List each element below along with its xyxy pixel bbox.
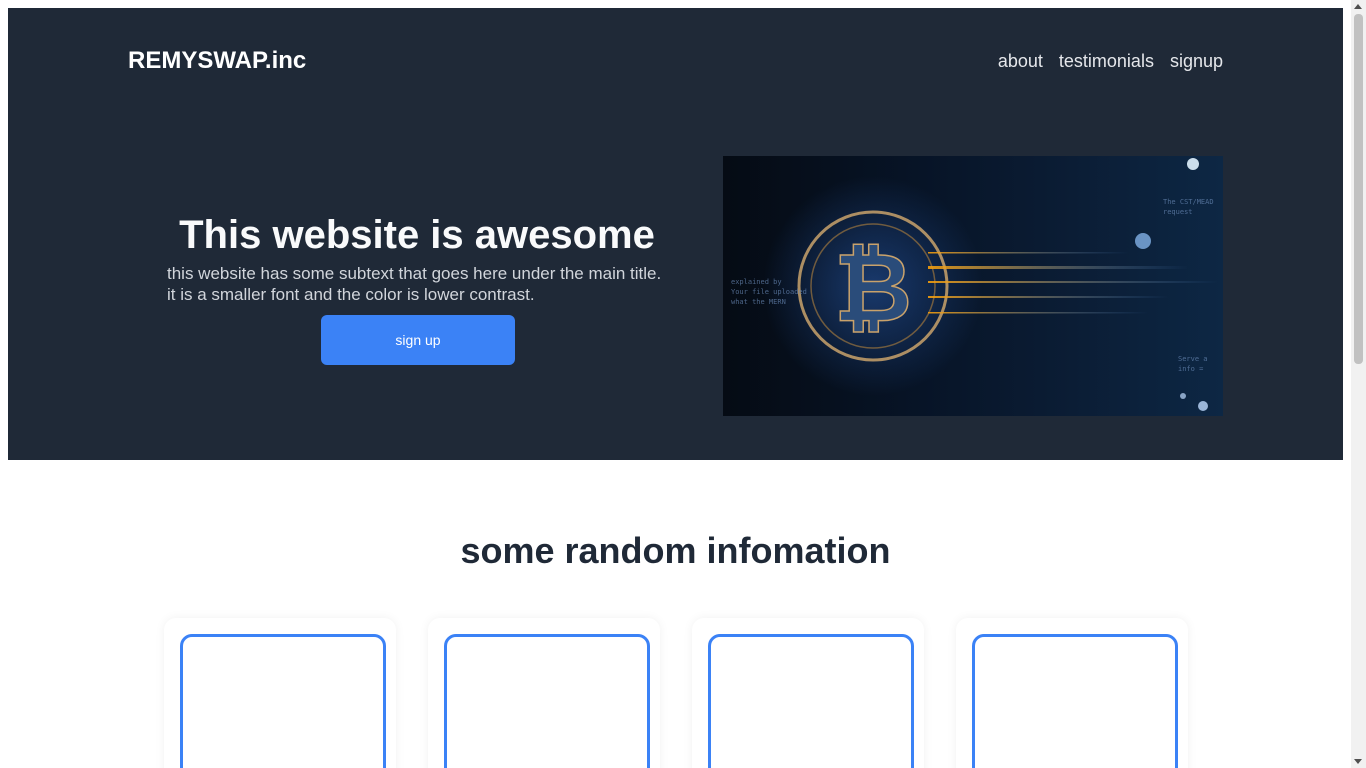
svg-text:Serve a: Serve a: [1178, 355, 1208, 363]
hero-title: This website is awesome: [179, 213, 655, 257]
hero-text-block: This website is awesome this website has…: [167, 213, 667, 305]
info-card: [164, 618, 396, 768]
nav-about[interactable]: about: [998, 51, 1043, 72]
bitcoin-illustration: ₿ explained by Your file uploaded what t…: [731, 158, 1218, 411]
info-card-inner: [972, 634, 1178, 768]
svg-text:The CST/MEAD: The CST/MEAD: [1163, 198, 1214, 206]
scroll-down-arrow-icon[interactable]: [1354, 759, 1362, 764]
info-card-inner: [180, 634, 386, 768]
scroll-thumb[interactable]: [1354, 14, 1363, 364]
info-card-inner: [708, 634, 914, 768]
section-title: some random infomation: [460, 530, 891, 571]
info-card: [692, 618, 924, 768]
info-card: [428, 618, 660, 768]
hero-subtitle: this website has some subtext that goes …: [167, 264, 662, 304]
info-card-inner: [444, 634, 650, 768]
nav-testimonials[interactable]: testimonials: [1059, 51, 1154, 72]
signup-button[interactable]: sign up: [321, 315, 515, 365]
vertical-scrollbar[interactable]: [1351, 0, 1366, 768]
svg-text:request: request: [1163, 208, 1193, 216]
hero-section: REMYSWAP.inc about testimonials signup T…: [8, 8, 1343, 460]
svg-text:info =: info =: [1178, 365, 1203, 373]
svg-text:explained by: explained by: [731, 278, 782, 286]
top-nav: about testimonials signup: [998, 51, 1223, 72]
brand-logo[interactable]: REMYSWAP.inc: [128, 47, 306, 75]
nav-signup[interactable]: signup: [1170, 51, 1223, 72]
page: REMYSWAP.inc about testimonials signup T…: [0, 0, 1366, 768]
info-card: [956, 618, 1188, 768]
svg-text:₿: ₿: [834, 232, 912, 344]
svg-text:what the MERN: what the MERN: [731, 298, 786, 306]
scroll-up-arrow-icon[interactable]: [1354, 4, 1362, 9]
hero-image: ₿ explained by Your file uploaded what t…: [723, 156, 1223, 416]
svg-text:Your file uploaded: Your file uploaded: [731, 288, 807, 296]
